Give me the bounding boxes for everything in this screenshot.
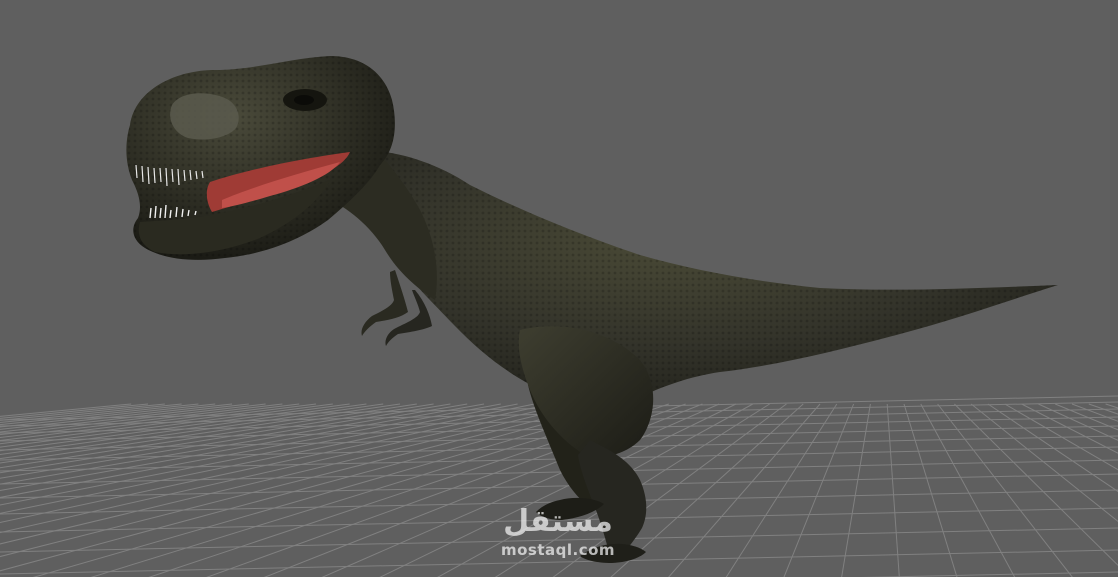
watermark-arabic: مستقل [503,504,613,539]
body-texture [355,150,1058,406]
watermark-latin: mostaql.com [500,541,616,559]
trex-model[interactable] [126,56,1058,563]
3d-viewport[interactable]: مستقل mostaql.com [0,0,1118,577]
skull-plate [170,93,239,140]
grid-line [841,403,871,577]
grid-line [668,403,821,577]
grid-line [0,403,468,485]
eye [294,95,314,105]
grid-line [783,403,855,577]
watermark: مستقل mostaql.com [488,502,628,568]
grid-line [886,403,900,577]
scene-canvas[interactable] [0,0,1118,577]
